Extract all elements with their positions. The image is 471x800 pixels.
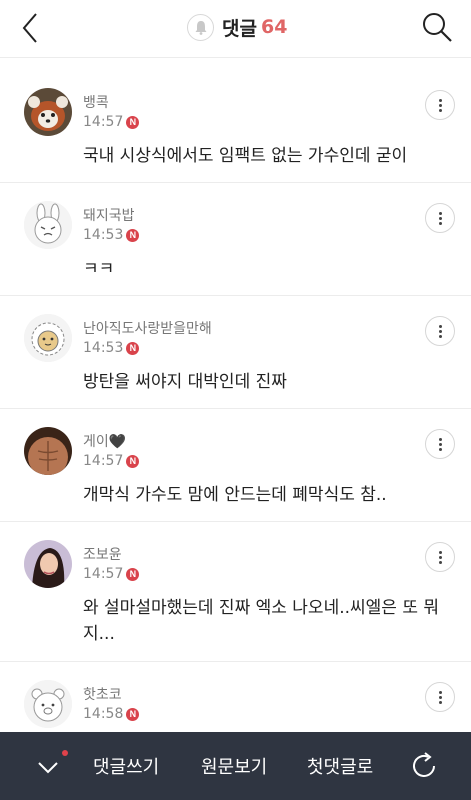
chevron-down-icon[interactable] <box>32 750 64 782</box>
refresh-icon[interactable] <box>408 750 440 782</box>
comment-meta: 14:57 N <box>83 114 140 130</box>
write-comment-button[interactable]: 댓글쓰기 <box>93 753 159 779</box>
comment-text: 국내 시상식에서도 임팩트 없는 가수인데 굳이 <box>83 146 408 166</box>
comment-meta: 14:58 N <box>83 706 140 722</box>
bell-icon[interactable] <box>187 13 214 41</box>
comment-nickname[interactable]: 게이🖤 <box>83 431 126 451</box>
more-options-icon[interactable] <box>425 429 455 459</box>
back-icon[interactable] <box>14 8 50 48</box>
more-options-icon[interactable] <box>425 542 455 572</box>
comment-nickname[interactable]: 핫초코 <box>83 684 122 704</box>
comment-count: 64 <box>260 16 288 38</box>
view-original-button[interactable]: 원문보기 <box>201 753 267 779</box>
new-badge: N <box>126 707 140 721</box>
comment-nickname[interactable]: 돼지국밥 <box>83 205 135 225</box>
avatar[interactable] <box>24 314 72 362</box>
avatar[interactable] <box>24 680 72 728</box>
new-badge: N <box>126 228 140 242</box>
avatar[interactable] <box>24 201 72 249</box>
notification-dot <box>62 750 68 756</box>
comment-time: 14:53 <box>83 227 124 243</box>
comment-time: 14:53 <box>83 340 124 356</box>
more-options-icon[interactable] <box>425 682 455 712</box>
comment-nickname[interactable]: 조보윤 <box>83 544 122 564</box>
comment-text: 개막식 가수도 맘에 안드는데 폐막식도 참.. <box>83 485 387 505</box>
more-options-icon[interactable] <box>425 203 455 233</box>
new-badge: N <box>126 454 140 468</box>
first-comment-button[interactable]: 첫댓글로 <box>307 753 373 779</box>
bottom-action-bar: 댓글쓰기 원문보기 첫댓글로 <box>0 732 471 800</box>
comment-text: 와 설마설마했는데 진짜 엑소 나오네..씨엘은 또 뭐지... <box>83 598 440 644</box>
page-title-label: 댓글 <box>222 17 257 40</box>
comment-nickname[interactable]: 난아직도사랑받을만해 <box>83 318 212 338</box>
new-badge: N <box>126 115 140 129</box>
comment-time: 14:57 <box>83 453 124 469</box>
comment-meta: 14:53 N <box>83 227 140 243</box>
comment-text: ㅋㅋ <box>83 259 115 279</box>
avatar[interactable] <box>24 427 72 475</box>
avatar[interactable] <box>24 540 72 588</box>
comment-item: 조보윤 14:57 N 와 설마설마했는데 진짜 엑소 나오네..씨엘은 또 뭐… <box>0 522 471 662</box>
comment-meta: 14:53 N <box>83 340 140 356</box>
comment-item: 게이🖤 14:57 N 개막식 가수도 맘에 안드는데 폐막식도 참.. <box>0 409 471 522</box>
page-title: 댓글 64 <box>187 12 287 42</box>
new-badge: N <box>126 341 140 355</box>
comment-nickname[interactable]: 뱅콕 <box>83 92 109 112</box>
comment-meta: 14:57 N <box>83 453 140 469</box>
top-header: 댓글 64 <box>0 0 471 58</box>
comment-item: 난아직도사랑받을만해 14:53 N 방탄을 써야지 대박인데 진짜 <box>0 296 471 409</box>
comment-time: 14:57 <box>83 114 124 130</box>
comment-list: 뱅콕 14:57 N 국내 시상식에서도 임팩트 없는 가수인데 굳이 돼지국밥… <box>0 70 471 775</box>
comment-item: 돼지국밥 14:53 N ㅋㅋ <box>0 183 471 296</box>
avatar[interactable] <box>24 88 72 136</box>
comment-time: 14:58 <box>83 706 124 722</box>
more-options-icon[interactable] <box>425 90 455 120</box>
comment-text: 방탄을 써야지 대박인데 진짜 <box>83 372 287 392</box>
comment-meta: 14:57 N <box>83 566 140 582</box>
comment-item: 뱅콕 14:57 N 국내 시상식에서도 임팩트 없는 가수인데 굳이 <box>0 70 471 183</box>
new-badge: N <box>126 567 140 581</box>
more-options-icon[interactable] <box>425 316 455 346</box>
search-icon[interactable] <box>420 10 454 44</box>
comment-time: 14:57 <box>83 566 124 582</box>
